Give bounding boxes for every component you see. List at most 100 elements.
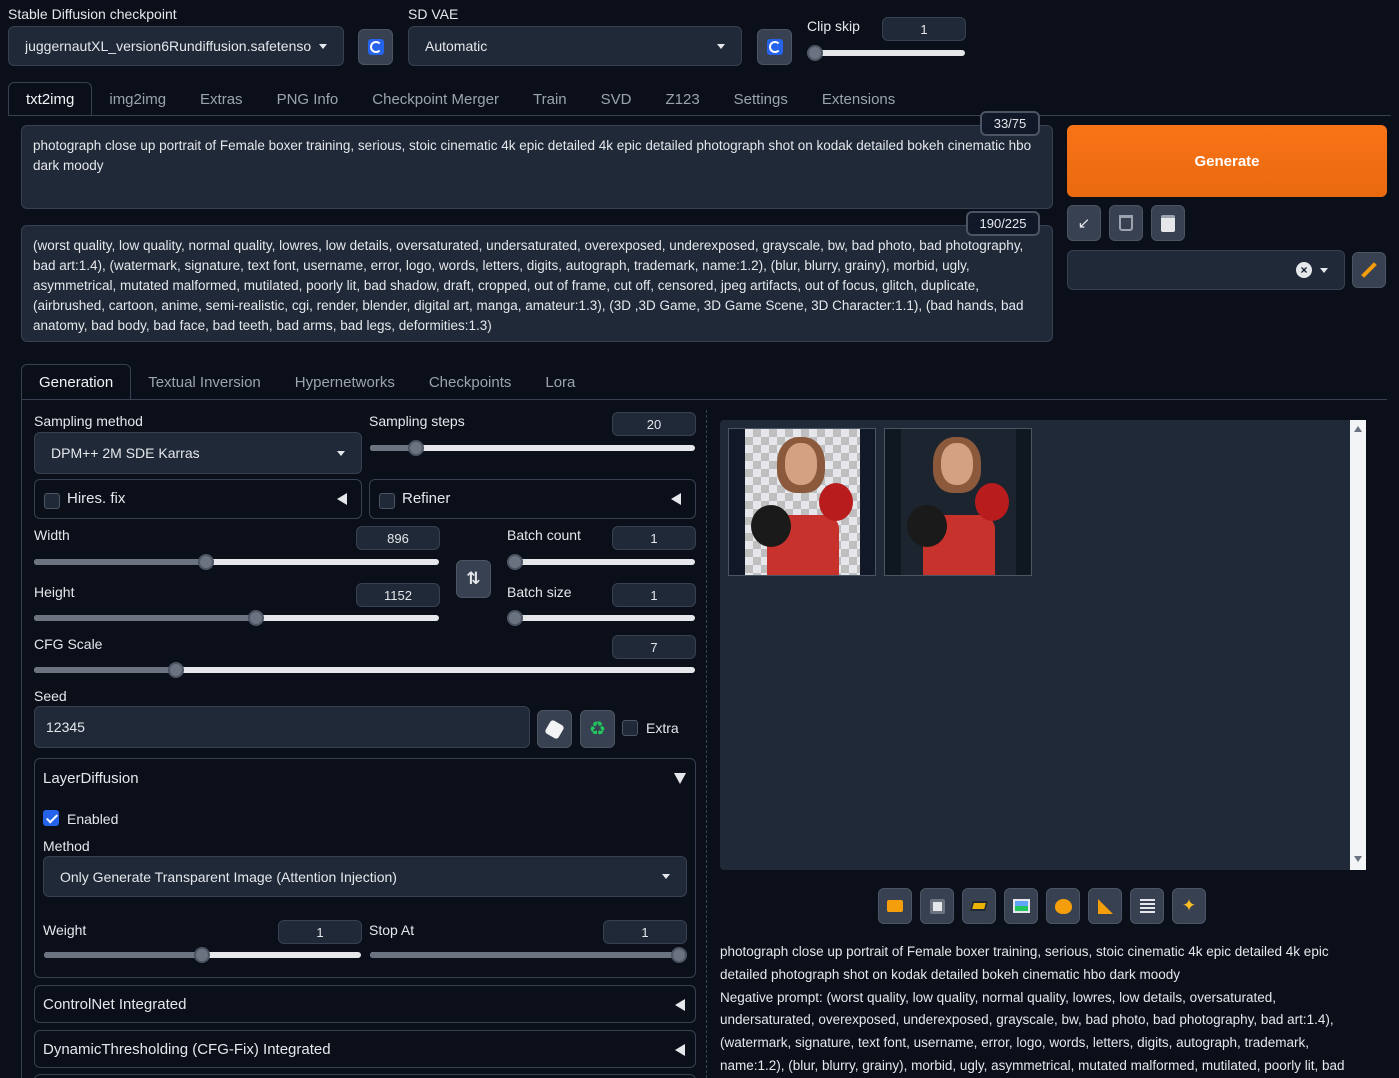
collapse-left-icon xyxy=(671,493,681,505)
arrow-diagonal-icon: ↙ xyxy=(1077,215,1091,232)
cfg-scale-input[interactable]: 7 xyxy=(612,635,696,659)
slider-knob[interactable] xyxy=(807,45,823,61)
styles-dropdown[interactable]: × xyxy=(1067,250,1345,290)
refresh-vae-button[interactable] xyxy=(757,29,792,65)
batch-size-slider[interactable] xyxy=(507,610,695,626)
weight-input[interactable]: 1 xyxy=(278,920,362,944)
collapse-left-icon xyxy=(675,999,685,1011)
tab-extensions[interactable]: Extensions xyxy=(805,82,912,116)
chevron-down-icon xyxy=(717,43,725,49)
tab-svd[interactable]: SVD xyxy=(584,82,649,116)
refresh-icon xyxy=(367,39,384,55)
width-slider[interactable] xyxy=(34,554,439,570)
scroll-down-icon[interactable] xyxy=(1354,856,1362,862)
scroll-up-icon[interactable] xyxy=(1354,426,1362,432)
next-accordion[interactable] xyxy=(34,1074,696,1078)
stop-at-label: Stop At xyxy=(369,922,415,938)
gallery-thumb-transparent[interactable] xyxy=(728,428,876,576)
tab-lora[interactable]: Lora xyxy=(528,364,592,400)
weight-slider[interactable] xyxy=(44,947,361,963)
stop-at-input[interactable]: 1 xyxy=(603,920,687,944)
batch-count-input[interactable]: 1 xyxy=(612,526,696,550)
slider-knob[interactable] xyxy=(194,947,210,963)
tab-hypernetworks[interactable]: Hypernetworks xyxy=(278,364,412,400)
seed-label: Seed xyxy=(34,688,67,704)
picture-icon xyxy=(1012,899,1030,913)
tab-checkpoints[interactable]: Checkpoints xyxy=(412,364,529,400)
slider-knob[interactable] xyxy=(198,554,214,570)
slider-knob[interactable] xyxy=(248,610,264,626)
send-to-extras-button[interactable] xyxy=(1088,888,1122,924)
refiner-checkbox[interactable] xyxy=(379,493,395,509)
negative-prompt-textarea[interactable]: (worst quality, low quality, normal qual… xyxy=(21,225,1053,342)
sampling-steps-slider[interactable] xyxy=(370,440,695,456)
gallery-scrollbar[interactable] xyxy=(1350,420,1366,870)
tab-txt2img[interactable]: txt2img xyxy=(8,82,93,116)
clip-skip-slider[interactable] xyxy=(807,45,965,61)
tab-png-info[interactable]: PNG Info xyxy=(260,82,356,116)
tab-extras[interactable]: Extras xyxy=(183,82,260,116)
dynamic-thresholding-accordion[interactable]: DynamicThresholding (CFG-Fix) Integrated xyxy=(34,1030,696,1068)
hires-fix-accordion[interactable]: Hires. fix xyxy=(34,479,362,519)
slider-knob[interactable] xyxy=(408,440,424,456)
batch-count-slider[interactable] xyxy=(507,554,695,570)
refresh-checkpoint-button[interactable] xyxy=(358,29,393,65)
height-input[interactable]: 1152 xyxy=(356,583,440,607)
layerdiffusion-title[interactable]: LayerDiffusion xyxy=(43,770,139,787)
send-to-inpaint-button[interactable] xyxy=(1046,888,1080,924)
clear-prompt-button[interactable] xyxy=(1109,205,1143,241)
sparkles-button[interactable]: ✦ xyxy=(1172,888,1206,924)
stop-at-slider[interactable] xyxy=(370,947,687,963)
tab-z123[interactable]: Z123 xyxy=(648,82,716,116)
reuse-seed-button[interactable]: ♻ xyxy=(580,710,615,748)
refiner-accordion[interactable]: Refiner xyxy=(369,479,696,519)
cfg-scale-slider[interactable] xyxy=(34,662,695,678)
seed-input[interactable]: 12345 xyxy=(34,706,530,748)
collapse-down-icon[interactable] xyxy=(674,773,686,784)
zip-button[interactable] xyxy=(962,888,996,924)
tab-settings[interactable]: Settings xyxy=(717,82,805,116)
checkpoint-dropdown[interactable]: juggernautXL_version6Rundiffusion.safete… xyxy=(8,26,344,66)
extra-label: Extra xyxy=(646,720,679,736)
read-params-button[interactable]: ↙ xyxy=(1067,205,1101,241)
generate-button[interactable]: Generate xyxy=(1067,125,1387,197)
weight-label: Weight xyxy=(43,922,87,938)
column-divider xyxy=(706,410,707,1078)
tab-img2img[interactable]: img2img xyxy=(92,82,183,116)
send-to-svd-button[interactable] xyxy=(1130,888,1164,924)
slider-knob[interactable] xyxy=(507,554,523,570)
extra-checkbox[interactable] xyxy=(622,720,638,736)
random-seed-button[interactable] xyxy=(537,710,572,748)
open-folder-button[interactable] xyxy=(878,888,912,924)
layerdiffusion-enabled-checkbox[interactable] xyxy=(43,810,59,826)
batch-size-input[interactable]: 1 xyxy=(612,583,696,607)
swap-dimensions-button[interactable]: ⇅ xyxy=(456,560,491,598)
controlnet-accordion[interactable]: ControlNet Integrated xyxy=(34,985,696,1023)
slider-fill xyxy=(44,952,202,958)
clear-icon[interactable]: × xyxy=(1296,262,1312,278)
prompt-textarea[interactable]: photograph close up portrait of Female b… xyxy=(21,125,1053,209)
send-to-img2img-button[interactable] xyxy=(1004,888,1038,924)
sampling-steps-input[interactable]: 20 xyxy=(612,412,696,436)
tab-train[interactable]: Train xyxy=(516,82,584,116)
info-prompt: photograph close up portrait of Female b… xyxy=(720,944,1329,982)
tab-textual-inversion[interactable]: Textual Inversion xyxy=(131,364,278,400)
layerdiffusion-method-dropdown[interactable]: Only Generate Transparent Image (Attenti… xyxy=(43,856,687,897)
negative-token-counter: 190/225 xyxy=(966,211,1040,236)
height-slider[interactable] xyxy=(34,610,439,626)
gallery-thumb-composited[interactable] xyxy=(884,428,1032,576)
main-tabs: txt2img img2img Extras PNG Info Checkpoi… xyxy=(8,82,912,116)
tab-checkpoint-merger[interactable]: Checkpoint Merger xyxy=(355,82,516,116)
paste-styles-button[interactable] xyxy=(1151,205,1185,241)
hires-fix-checkbox[interactable] xyxy=(44,493,60,509)
save-button[interactable] xyxy=(920,888,954,924)
slider-knob[interactable] xyxy=(507,610,523,626)
edit-styles-button[interactable] xyxy=(1352,252,1386,288)
sampling-method-dropdown[interactable]: DPM++ 2M SDE Karras xyxy=(34,432,362,474)
vae-dropdown[interactable]: Automatic xyxy=(408,26,742,66)
slider-knob[interactable] xyxy=(168,662,184,678)
clip-skip-input[interactable]: 1 xyxy=(882,17,966,41)
slider-knob[interactable] xyxy=(671,947,687,963)
tab-generation[interactable]: Generation xyxy=(21,364,132,400)
width-input[interactable]: 896 xyxy=(356,526,440,550)
